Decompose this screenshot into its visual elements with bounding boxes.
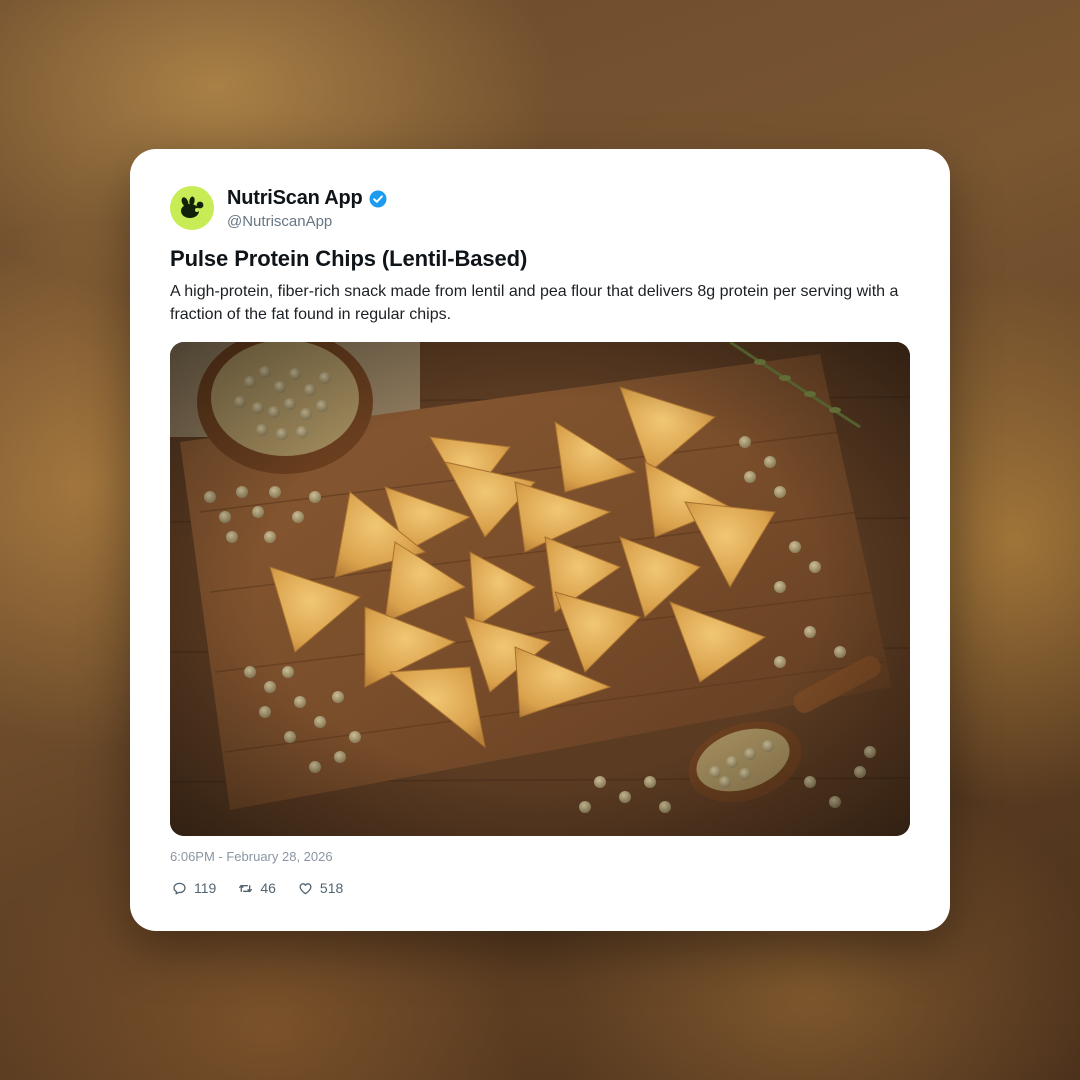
repost-count: 46	[260, 880, 276, 896]
reply-button[interactable]: 119	[172, 880, 216, 896]
like-count: 518	[319, 880, 344, 896]
post-card: NutriScan App @NutriscanApp Pulse Protei…	[130, 149, 950, 931]
lentil-chips-photo	[170, 342, 910, 836]
avatar[interactable]	[170, 186, 214, 230]
verified-badge-icon	[369, 190, 387, 208]
user-handle[interactable]: @NutriscanApp	[227, 213, 387, 230]
post-description: A high-protein, fiber-rich snack made fr…	[170, 283, 899, 323]
repost-icon	[239, 884, 253, 892]
engagement-bar: 119 46 518	[172, 880, 365, 896]
display-name[interactable]: NutriScan App	[227, 187, 363, 210]
post-timestamp: 6:06PM - February 28, 2026	[170, 849, 333, 864]
heart-icon	[299, 882, 312, 894]
leaf-logo-icon	[181, 196, 204, 218]
repost-button[interactable]: 46	[238, 880, 276, 896]
author-names: NutriScan App @NutriscanApp	[227, 187, 387, 230]
post-title: Pulse Protein Chips (Lentil-Based)	[170, 246, 528, 271]
reply-icon	[173, 882, 186, 894]
post-header: NutriScan App @NutriscanApp	[170, 185, 387, 231]
like-button[interactable]: 518	[298, 880, 343, 896]
reply-count: 119	[194, 880, 217, 896]
post-image[interactable]	[170, 342, 910, 836]
